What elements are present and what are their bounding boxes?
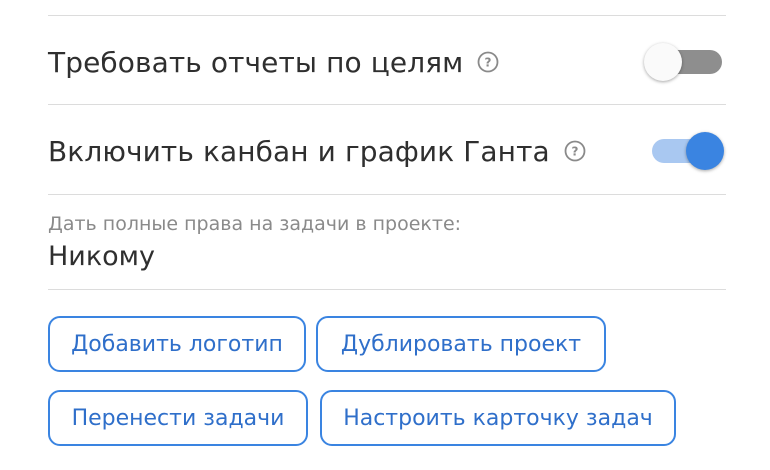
duplicate-project-button[interactable]: Дублировать проект (316, 316, 606, 372)
full-rights-label: Дать полные права на задачи в проекте: (48, 213, 462, 235)
project-settings-panel: Требовать отчеты по целям ? Включить кан… (0, 0, 770, 470)
full-rights-select[interactable]: Дать полные права на задачи в проекте: Н… (48, 210, 726, 275)
toggle-knob (644, 43, 682, 81)
divider (48, 15, 726, 16)
divider (48, 194, 726, 195)
goal-reports-label: Требовать отчеты по целям (48, 45, 464, 79)
divider (48, 289, 726, 290)
svg-text:?: ? (571, 145, 578, 159)
toggle-knob (686, 132, 724, 170)
full-rights-value: Никому (48, 241, 156, 272)
goal-reports-toggle[interactable] (644, 42, 726, 82)
configure-task-card-button[interactable]: Настроить карточку задач (320, 390, 676, 446)
question-circle-icon[interactable]: ? (477, 51, 499, 73)
setting-row-goal-reports: Требовать отчеты по целям ? (48, 32, 726, 92)
kanban-gantt-toggle[interactable] (644, 131, 726, 171)
setting-row-kanban-gantt: Включить канбан и график Ганта ? (48, 121, 726, 181)
add-logo-button[interactable]: Добавить логотип (48, 316, 306, 372)
svg-text:?: ? (485, 56, 492, 70)
kanban-gantt-label: Включить канбан и график Ганта (48, 134, 550, 168)
question-circle-icon[interactable]: ? (564, 140, 586, 162)
move-tasks-button[interactable]: Перенести задачи (48, 390, 308, 446)
divider (48, 104, 726, 105)
